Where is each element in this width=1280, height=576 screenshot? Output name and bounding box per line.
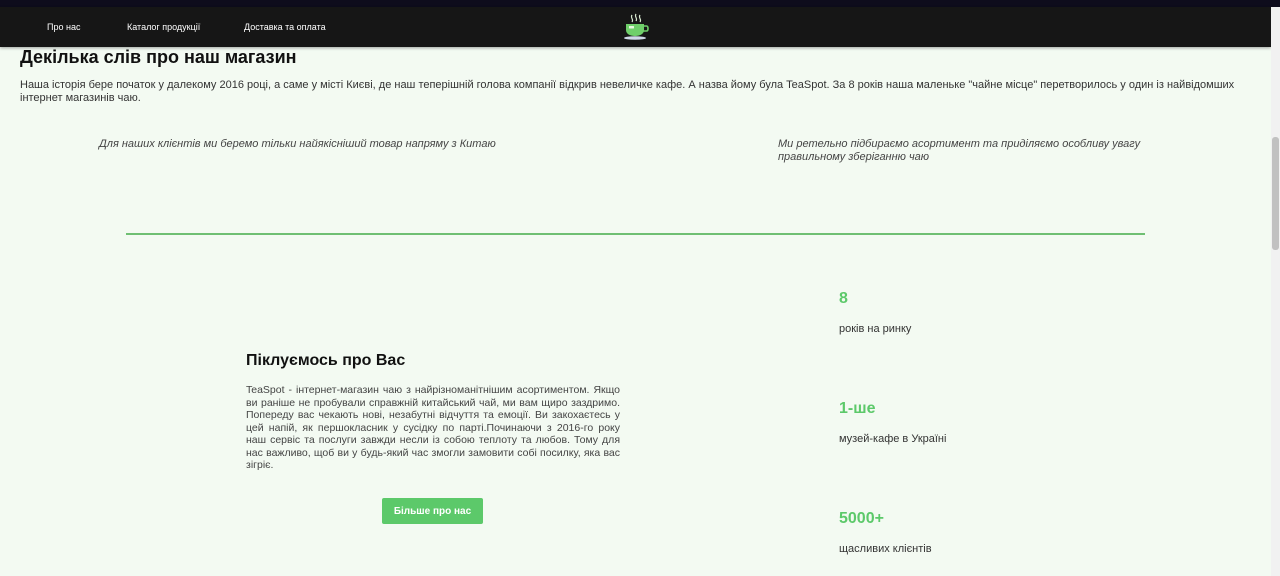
- section-divider: [126, 233, 1145, 235]
- stat-museum-label: музей-кафе в Україні: [839, 433, 947, 445]
- main-content: Декілька слів про наш магазин Наша істор…: [0, 47, 1271, 576]
- stat-years-value: 8: [839, 290, 848, 307]
- stat-museum-value: 1-ше: [839, 400, 876, 417]
- care-section-title: Піклуємось про Вас: [246, 352, 406, 369]
- nav-link-catalog[interactable]: Каталог продукції: [127, 7, 200, 47]
- about-section-text: Наша історія бере початок у далекому 201…: [20, 79, 1235, 104]
- feature-quality-text: Для наших клієнтів ми беремо тільки найя…: [99, 138, 496, 150]
- feature-storage-text: Ми ретельно підбираємо асортимент та при…: [778, 138, 1141, 163]
- page-scrollbar[interactable]: [1271, 7, 1280, 576]
- care-section-text: TeaSpot - інтернет-магазин чаю з найрізн…: [246, 384, 620, 471]
- scrollbar-thumb[interactable]: [1272, 137, 1279, 250]
- about-section-title: Декілька слів про наш магазин: [20, 47, 297, 67]
- nav-link-about[interactable]: Про нас: [47, 7, 80, 47]
- nav-link-delivery[interactable]: Доставка та оплата: [244, 7, 326, 47]
- stat-clients-value: 5000+: [839, 510, 884, 527]
- tea-cup-icon[interactable]: [621, 13, 651, 41]
- more-about-us-button[interactable]: Більше про нас: [382, 498, 483, 524]
- stat-clients-label: щасливих клієнтів: [839, 543, 932, 555]
- top-navbar: Про нас Каталог продукції Доставка та оп…: [0, 7, 1271, 47]
- stat-years-label: років на ринку: [839, 323, 912, 335]
- window-top-strip: [0, 0, 1280, 7]
